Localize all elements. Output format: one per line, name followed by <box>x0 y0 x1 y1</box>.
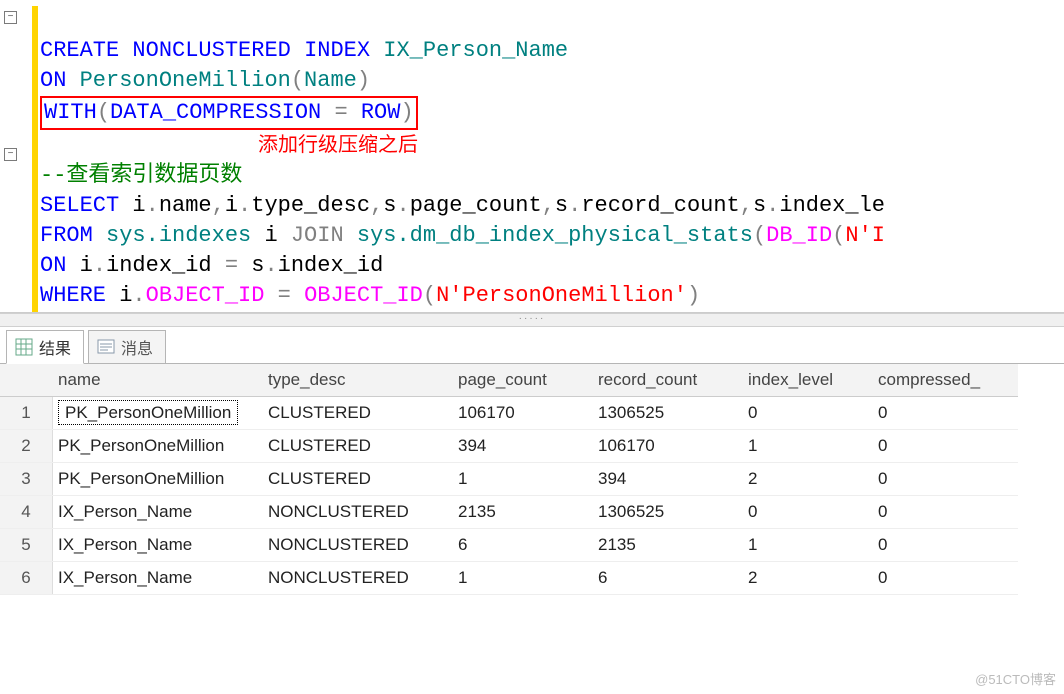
grid-cell[interactable]: PK_PersonOneMillion <box>48 430 258 463</box>
messages-icon <box>97 338 115 356</box>
col-header[interactable]: page_count <box>448 364 588 397</box>
grid-cell[interactable]: 0 <box>868 496 1018 529</box>
grid-cell[interactable]: PK_PersonOneMillion <box>48 397 258 430</box>
grid-cell[interactable]: 0 <box>868 529 1018 562</box>
tab-messages[interactable]: 消息 <box>88 330 166 364</box>
grid-cell[interactable]: 2 <box>738 562 868 595</box>
grid-cell[interactable]: 6 <box>588 562 738 595</box>
results-pane: 结果 消息 name type_desc page_count record_c… <box>0 327 1064 595</box>
rownum-cell[interactable]: 5 <box>0 529 53 562</box>
rownum-header <box>0 364 53 397</box>
grid-cell[interactable]: 1 <box>448 562 588 595</box>
grid-cell[interactable]: 2135 <box>588 529 738 562</box>
grid-cell[interactable]: IX_Person_Name <box>48 496 258 529</box>
fold-icon[interactable]: − <box>4 11 17 24</box>
sql-comment: --查看索引数据页数 <box>40 163 242 188</box>
grid-cell[interactable]: 0 <box>868 397 1018 430</box>
sql-code[interactable]: CREATE NONCLUSTERED INDEX IX_Person_Name… <box>38 0 1064 312</box>
grid-cell[interactable]: 0 <box>868 430 1018 463</box>
grid-cell[interactable]: CLUSTERED <box>258 430 448 463</box>
grid-cell[interactable]: 106170 <box>588 430 738 463</box>
grid-cell[interactable]: 106170 <box>448 397 588 430</box>
grid-cell[interactable]: 0 <box>868 562 1018 595</box>
result-tabs: 结果 消息 <box>0 327 1064 364</box>
grid-cell[interactable]: NONCLUSTERED <box>258 562 448 595</box>
col-header[interactable]: name <box>48 364 258 397</box>
grid-cell[interactable]: IX_Person_Name <box>48 529 258 562</box>
col-header[interactable]: compressed_ <box>868 364 1018 397</box>
grid-cell[interactable]: 2 <box>738 463 868 496</box>
grid-cell[interactable]: IX_Person_Name <box>48 562 258 595</box>
grid-cell[interactable]: 1306525 <box>588 397 738 430</box>
grid-cell[interactable]: 394 <box>588 463 738 496</box>
grid-cell[interactable]: 6 <box>448 529 588 562</box>
rownum-cell[interactable]: 2 <box>0 430 53 463</box>
col-header[interactable]: type_desc <box>258 364 448 397</box>
grid-cell[interactable]: 1 <box>738 529 868 562</box>
col-header[interactable]: index_level <box>738 364 868 397</box>
grid-icon <box>15 338 33 356</box>
tab-results[interactable]: 结果 <box>6 330 84 364</box>
results-grid[interactable]: name type_desc page_count record_count i… <box>0 364 1064 595</box>
col-header[interactable]: record_count <box>588 364 738 397</box>
annotation-text: 添加行级压缩之后 <box>258 134 418 156</box>
grid-cell[interactable]: 0 <box>738 397 868 430</box>
watermark-text: @51CTO博客 <box>975 669 1056 688</box>
rownum-cell[interactable]: 3 <box>0 463 53 496</box>
highlight-box: WITH(DATA_COMPRESSION = ROW) <box>40 96 418 130</box>
tab-label: 消息 <box>121 335 153 359</box>
rownum-cell[interactable]: 6 <box>0 562 53 595</box>
grid-cell[interactable]: NONCLUSTERED <box>258 496 448 529</box>
grid-cell[interactable]: 394 <box>448 430 588 463</box>
grid-cell[interactable]: 1 <box>448 463 588 496</box>
editor-gutter: − − <box>0 0 38 312</box>
grid-cell[interactable]: PK_PersonOneMillion <box>48 463 258 496</box>
rownum-cell[interactable]: 1 <box>0 397 53 430</box>
grid-cell[interactable]: NONCLUSTERED <box>258 529 448 562</box>
grid-cell[interactable]: 0 <box>868 463 1018 496</box>
grid-cell[interactable]: CLUSTERED <box>258 463 448 496</box>
grid-cell[interactable]: 1 <box>738 430 868 463</box>
fold-icon[interactable]: − <box>4 148 17 161</box>
grid-cell[interactable]: 1306525 <box>588 496 738 529</box>
sql-editor[interactable]: − − CREATE NONCLUSTERED INDEX IX_Person_… <box>0 0 1064 313</box>
rownum-cell[interactable]: 4 <box>0 496 53 529</box>
grid-cell[interactable]: 2135 <box>448 496 588 529</box>
grid-cell[interactable]: CLUSTERED <box>258 397 448 430</box>
tab-label: 结果 <box>39 335 71 359</box>
splitter-handle[interactable]: ····· <box>0 313 1064 327</box>
grid-cell[interactable]: 0 <box>738 496 868 529</box>
